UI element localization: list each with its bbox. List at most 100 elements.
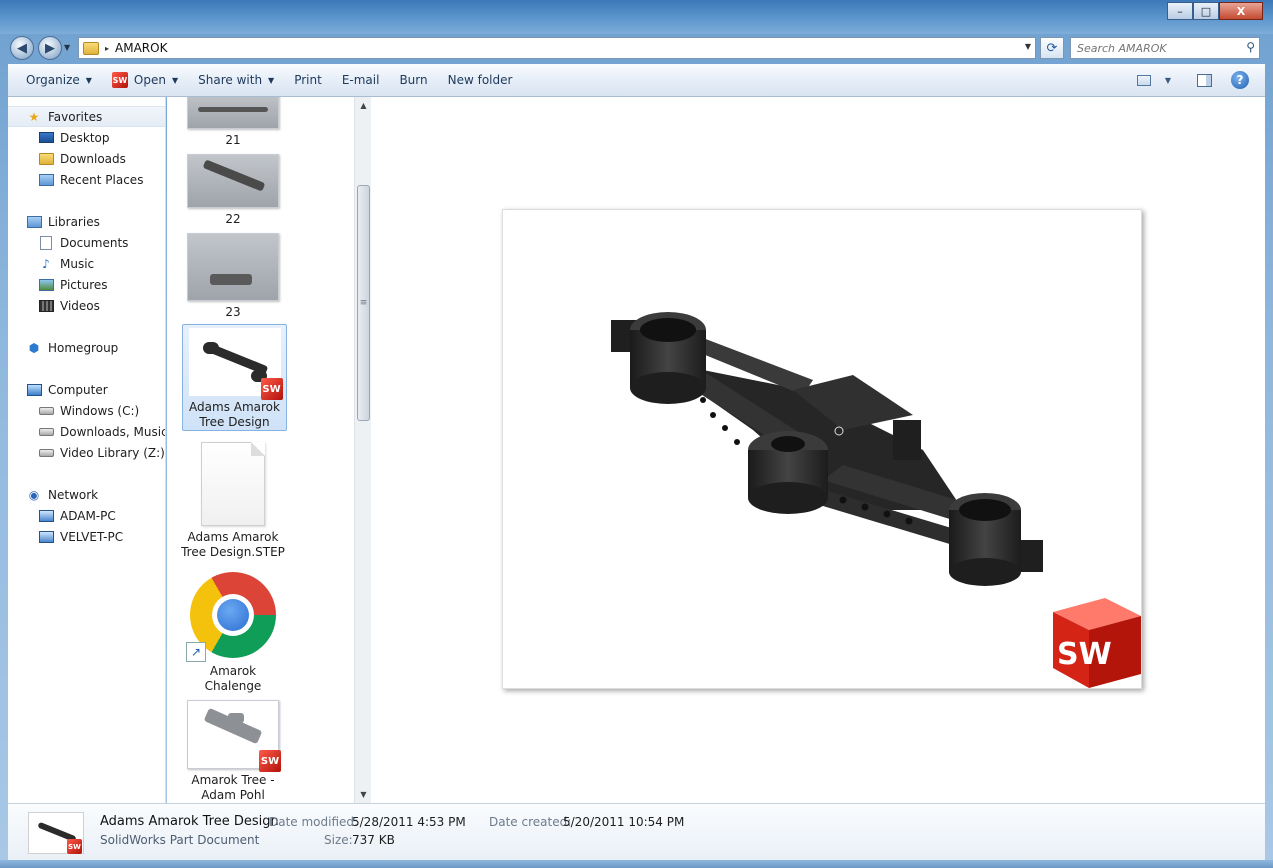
search-input[interactable] — [1077, 41, 1237, 55]
file-name: Adams Amarok Tree Design — [189, 400, 280, 429]
sidebar-item-network[interactable]: ◉ Network — [8, 484, 98, 505]
email-button[interactable]: E-mail — [332, 68, 390, 92]
sidebar-item-label: ADAM-PC — [60, 508, 116, 523]
details-file-type: SolidWorks Part Document — [100, 833, 260, 847]
sw-logo-s: SW — [1057, 637, 1112, 672]
sidebar-item-libraries[interactable]: Libraries — [8, 211, 100, 232]
sidebar-item-pictures[interactable]: Pictures — [8, 274, 108, 295]
sidebar-item-computer[interactable]: Computer — [8, 379, 108, 400]
scroll-thumb[interactable]: ≡ — [357, 185, 370, 421]
preview-pane: SW — [371, 97, 1265, 803]
preview-pane-button[interactable] — [1193, 69, 1215, 91]
libraries-icon — [26, 215, 42, 229]
solidworks-logo-icon: SW — [1043, 592, 1143, 690]
file-item-22[interactable]: 22 — [187, 154, 279, 227]
address-dropdown-icon[interactable]: ▼ — [1025, 42, 1031, 51]
date-modified-label: Date modified: — [269, 815, 359, 829]
part-preview-image: SW — [502, 209, 1142, 689]
minimize-button[interactable]: – — [1167, 2, 1193, 20]
sidebar-item-downloads-drive[interactable]: Downloads, Music, E — [8, 421, 165, 442]
change-view-button[interactable] — [1133, 69, 1155, 91]
details-thumbnail: SW — [28, 812, 84, 854]
view-options-dropdown[interactable]: ▼ — [1157, 69, 1179, 91]
sidebar-item-label: Downloads, Music, E — [60, 424, 165, 439]
file-item-21[interactable]: 21 — [187, 97, 279, 148]
homegroup-icon: ⬢ — [28, 340, 40, 355]
close-button[interactable]: X — [1219, 2, 1263, 20]
title-bar: – □ X — [0, 0, 1273, 34]
organize-button[interactable]: Organize ▼ — [16, 68, 102, 92]
solidworks-badge-icon: SW — [259, 750, 281, 772]
sidebar-item-documents[interactable]: Documents — [8, 232, 128, 253]
refresh-button[interactable]: ⟳ — [1040, 37, 1064, 59]
desktop-icon — [38, 131, 54, 145]
file-thumbnail: SW — [188, 328, 283, 400]
file-item-adams-amarok-tree-design-step[interactable]: Adams Amarok Tree Design.STEP — [181, 442, 285, 560]
breadcrumb-arrow-icon[interactable]: ▸ — [105, 44, 109, 53]
sidebar-item-favorites[interactable]: ★ Favorites — [8, 106, 165, 127]
file-item-amarok-tree-adam-pohl[interactable]: SW Amarok Tree - Adam Pohl — [187, 700, 281, 803]
sidebar-item-adam-pc[interactable]: ADAM-PC — [8, 505, 116, 526]
solidworks-badge-icon: SW — [67, 839, 82, 854]
downloads-folder-icon — [38, 152, 54, 166]
solidworks-badge-icon: SW — [260, 378, 283, 400]
sidebar-item-label: Favorites — [48, 109, 103, 124]
documents-icon — [38, 235, 54, 250]
print-button[interactable]: Print — [284, 68, 332, 92]
folder-icon — [83, 41, 99, 55]
network-pc-icon — [38, 509, 54, 523]
file-item-amarok-chalenge[interactable]: ↗ Amarok Chalenge — [185, 572, 281, 694]
file-name: Adams Amarok Tree Design.STEP — [181, 530, 285, 559]
network-icon: ◉ — [28, 487, 40, 502]
sidebar-item-label: Homegroup — [48, 340, 119, 355]
file-name: Amarok Chalenge — [204, 664, 262, 693]
file-list: 21 22 23 SW Adams Amarok Tree Design Ada… — [167, 97, 354, 803]
scroll-down-arrow-icon[interactable]: ▼ — [355, 786, 372, 803]
burn-button[interactable]: Burn — [389, 68, 437, 92]
file-item-23[interactable]: 23 — [187, 233, 279, 320]
computer-icon — [26, 383, 42, 397]
search-box[interactable]: ⚲ — [1070, 37, 1260, 59]
sidebar-item-label: Pictures — [60, 277, 108, 292]
file-name: 22 — [225, 212, 241, 226]
sidebar-item-music[interactable]: ♪ Music — [8, 253, 94, 274]
share-with-label: Share with — [198, 73, 263, 87]
breadcrumb-amarok[interactable]: AMAROK — [115, 41, 167, 55]
sidebar-item-windows-c[interactable]: Windows (C:) — [8, 400, 139, 421]
chrome-icon: ↗ — [186, 572, 276, 662]
recent-pages-dropdown[interactable]: ▼ — [64, 43, 70, 52]
magnifier-icon[interactable]: ⚲ — [1246, 40, 1255, 54]
maximize-button[interactable]: □ — [1193, 2, 1219, 20]
new-folder-button[interactable]: New folder — [438, 68, 523, 92]
recent-places-icon — [38, 173, 54, 187]
windows-drive-icon — [38, 404, 54, 418]
sidebar-item-velvet-pc[interactable]: VELVET-PC — [8, 526, 123, 547]
share-with-button[interactable]: Share with ▼ — [188, 68, 284, 92]
forward-button[interactable]: ▶ — [38, 36, 62, 60]
file-item-adams-amarok-tree-design[interactable]: SW Adams Amarok Tree Design — [182, 324, 287, 431]
sidebar-item-desktop[interactable]: Desktop — [8, 127, 110, 148]
drive-icon — [38, 446, 54, 460]
sidebar-item-label: VELVET-PC — [60, 529, 124, 544]
sidebar-item-homegroup[interactable]: ⬢ Homegroup — [8, 337, 119, 358]
sidebar-item-video-library[interactable]: Video Library (Z:) — [8, 442, 165, 463]
date-created-label: Date created: — [489, 815, 572, 829]
sidebar-item-label: Downloads — [60, 151, 126, 166]
chevron-down-icon: ▼ — [85, 75, 92, 85]
open-button[interactable]: SW Open ▼ — [102, 68, 188, 92]
scroll-up-arrow-icon[interactable]: ▲ — [355, 97, 372, 114]
refresh-icon: ⟳ — [1046, 40, 1058, 56]
size-label: Size: — [324, 833, 353, 847]
sidebar-item-videos[interactable]: Videos — [8, 295, 100, 316]
organize-label: Organize — [26, 73, 80, 87]
file-name: 23 — [225, 305, 241, 319]
date-modified-value: 5/28/2011 4:53 PM — [352, 815, 466, 829]
back-button[interactable]: ◀ — [10, 36, 34, 60]
file-list-scrollbar[interactable]: ▲ ≡ ▼ — [354, 97, 371, 803]
address-bar[interactable]: ▸ AMAROK ▼ — [78, 37, 1036, 59]
details-pane: SW Adams Amarok Tree Design SolidWorks P… — [8, 803, 1265, 860]
sidebar-item-downloads[interactable]: Downloads — [8, 148, 126, 169]
sidebar-item-recent-places[interactable]: Recent Places — [8, 169, 143, 190]
file-thumbnail — [187, 97, 279, 129]
help-button[interactable]: ? — [1229, 69, 1251, 91]
